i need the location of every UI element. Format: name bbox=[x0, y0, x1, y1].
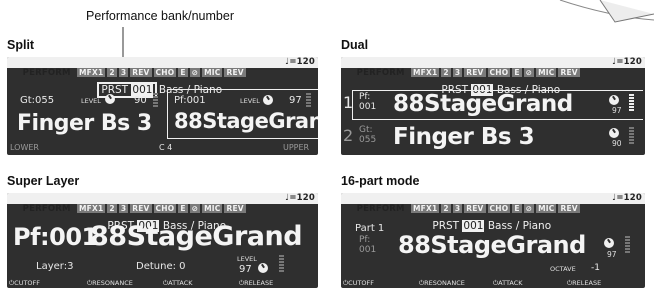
level-value: 97 bbox=[239, 264, 252, 275]
tag-rev2: REV bbox=[558, 68, 580, 77]
knob-cutoff-label: CUTOFF bbox=[348, 279, 375, 287]
mode-label: PERFORM bbox=[22, 204, 71, 214]
upper-level-meter-icon bbox=[306, 93, 311, 108]
mode-label: PERFORM bbox=[22, 68, 71, 78]
split-point: C 4 bbox=[159, 143, 173, 152]
status-bar: PERFORM MFX1 2 3 REV CHO E ⊘ MIC REV ♩=120 bbox=[341, 57, 645, 78]
tempo-label: ♩=120 bbox=[612, 193, 642, 203]
row-tone-name: Finger Bs 3 bbox=[393, 124, 535, 150]
knob-function-bar: ⏻ CUTOFF ⏻ RESONANCE ⏻ ATTACK ⏻ RELEASE bbox=[7, 279, 318, 288]
row-part-number: 001 bbox=[359, 102, 377, 112]
knob-resonance[interactable]: ⏻ RESONANCE bbox=[87, 279, 133, 288]
super-layer-screen: PERFORM MFX1 2 3 REV CHO E ⊘ MIC REV ♩=120 PRST … bbox=[7, 193, 318, 288]
status-bar: PERFORM MFX1 2 3 REV CHO E ⊘ MIC REV ♩=120 bbox=[7, 193, 318, 214]
level-meter-icon bbox=[279, 255, 284, 273]
lower-level-label: LEVEL bbox=[81, 97, 101, 105]
upper-part: Pf:001 LEVEL 97 88StageGrand bbox=[167, 89, 318, 139]
mode-label: PERFORM bbox=[356, 204, 405, 214]
octave-value[interactable]: -1 bbox=[591, 263, 600, 273]
knob-attack[interactable]: ⏻ ATTACK bbox=[493, 279, 523, 288]
part-label: Part 1 bbox=[355, 223, 385, 234]
knob-cutoff[interactable]: ⏻ CUTOFF bbox=[343, 279, 374, 288]
level-knob-icon bbox=[604, 238, 614, 248]
tempo-label: ♩=120 bbox=[285, 193, 315, 203]
dual-screen: PERFORM MFX1 2 3 REV CHO E ⊘ MIC REV ♩=120 PRST … bbox=[341, 57, 645, 155]
tag-rev2: REV bbox=[224, 68, 246, 77]
knob-release[interactable]: ⏻ RELEASE bbox=[567, 279, 601, 288]
knob-release-label: RELEASE bbox=[572, 279, 602, 287]
layer-value[interactable]: Layer:3 bbox=[36, 261, 73, 272]
level-knob-icon bbox=[258, 263, 268, 273]
octave-label: OCTAVE bbox=[550, 265, 576, 273]
lower-tone-name: Finger Bs 3 bbox=[17, 111, 152, 136]
level-knob-icon bbox=[609, 128, 619, 138]
level-label: LEVEL bbox=[237, 255, 257, 263]
row-level-value: 90 bbox=[612, 139, 622, 148]
knob-release-label: RELEASE bbox=[244, 279, 274, 287]
level-meter-icon bbox=[625, 236, 630, 254]
row-part-type: Pf: bbox=[359, 92, 371, 102]
level-knob-icon bbox=[609, 95, 619, 105]
row-part-number: 055 bbox=[359, 135, 377, 145]
knob-resonance-label: RESONANCE bbox=[92, 279, 133, 287]
sixteen-part-title: 16-part mode bbox=[341, 174, 420, 188]
knob-cutoff[interactable]: ⏻ CUTOFF bbox=[9, 279, 40, 288]
mode-label: PERFORM bbox=[356, 68, 405, 78]
row-tone-name: 88StageGrand bbox=[393, 91, 573, 117]
tempo-label: ♩=120 bbox=[285, 57, 315, 67]
knob-cutoff-label: CUTOFF bbox=[14, 279, 41, 287]
row-index: 2 bbox=[343, 126, 354, 145]
lower-part-number: Gt:055 bbox=[20, 95, 55, 106]
knob-resonance-label: RESONANCE bbox=[424, 279, 465, 287]
row-part-type: Gt: bbox=[359, 125, 373, 135]
upper-part-number: Pf:001 bbox=[174, 95, 206, 106]
lower-level-value: 90 bbox=[134, 95, 147, 106]
super-layer-title: Super Layer bbox=[7, 174, 80, 188]
knob-attack[interactable]: ⏻ ATTACK bbox=[163, 279, 193, 288]
dual-row-2[interactable]: 2 Gt: 055 Finger Bs 3 90 bbox=[341, 121, 645, 153]
level-meter-icon bbox=[629, 94, 634, 112]
split-screen: PERFORM MFX1 2 3 REV CHO E ⊘ MIC REV ♩=120 PRST … bbox=[7, 57, 318, 155]
level-value: 97 bbox=[607, 250, 617, 259]
lower-level-knob-icon bbox=[105, 94, 115, 104]
part-number: Pf:001 bbox=[13, 223, 98, 251]
sixteen-part-screen: PERFORM MFX1 2 3 REV CHO E ⊘ MIC REV ♩=120 PRST … bbox=[341, 193, 645, 288]
row-level-value: 97 bbox=[612, 106, 622, 115]
lower-part: Gt:055 LEVEL 90 Finger Bs 3 bbox=[7, 87, 167, 145]
split-title: Split bbox=[7, 38, 35, 52]
detune-value[interactable]: Detune: 0 bbox=[136, 261, 186, 272]
status-bar: PERFORM MFX1 2 3 REV CHO E ⊘ MIC REV ♩=120 bbox=[7, 57, 318, 78]
part-number: 001 bbox=[359, 245, 377, 255]
status-bar: PERFORM MFX1 2 3 REV CHO E ⊘ MIC REV ♩=120 bbox=[341, 193, 645, 214]
upper-label: UPPER bbox=[283, 143, 310, 152]
knob-attack-label: ATTACK bbox=[498, 279, 523, 287]
dual-title: Dual bbox=[341, 38, 369, 52]
level-meter-icon bbox=[629, 127, 634, 145]
tone-name: 88StageGrand bbox=[90, 221, 303, 252]
knob-attack-label: ATTACK bbox=[168, 279, 193, 287]
dual-row-1[interactable]: 1 Pf: 001 88StageGrand 97 bbox=[341, 88, 645, 120]
lower-label: LOWER bbox=[10, 143, 39, 152]
lower-level-meter-icon bbox=[153, 93, 158, 108]
knob-resonance[interactable]: ⏻ RESONANCE bbox=[419, 279, 465, 288]
upper-level-knob-icon bbox=[263, 95, 273, 105]
upper-level-label: LEVEL bbox=[240, 97, 260, 105]
tag-rev2: REV bbox=[224, 204, 246, 213]
upper-tone-name: 88StageGrand bbox=[174, 109, 318, 133]
part-type: Pf: bbox=[359, 235, 371, 245]
tone-name: 88StageGrand bbox=[398, 231, 586, 259]
tempo-label: ♩=120 bbox=[612, 57, 642, 67]
tag-rev2: REV bbox=[558, 204, 580, 213]
upper-level-value: 97 bbox=[289, 95, 302, 106]
knob-release[interactable]: ⏻ RELEASE bbox=[239, 279, 273, 288]
knob-function-bar: ⏻ CUTOFF ⏻ RESONANCE ⏻ ATTACK ⏻ RELEASE bbox=[341, 279, 645, 288]
